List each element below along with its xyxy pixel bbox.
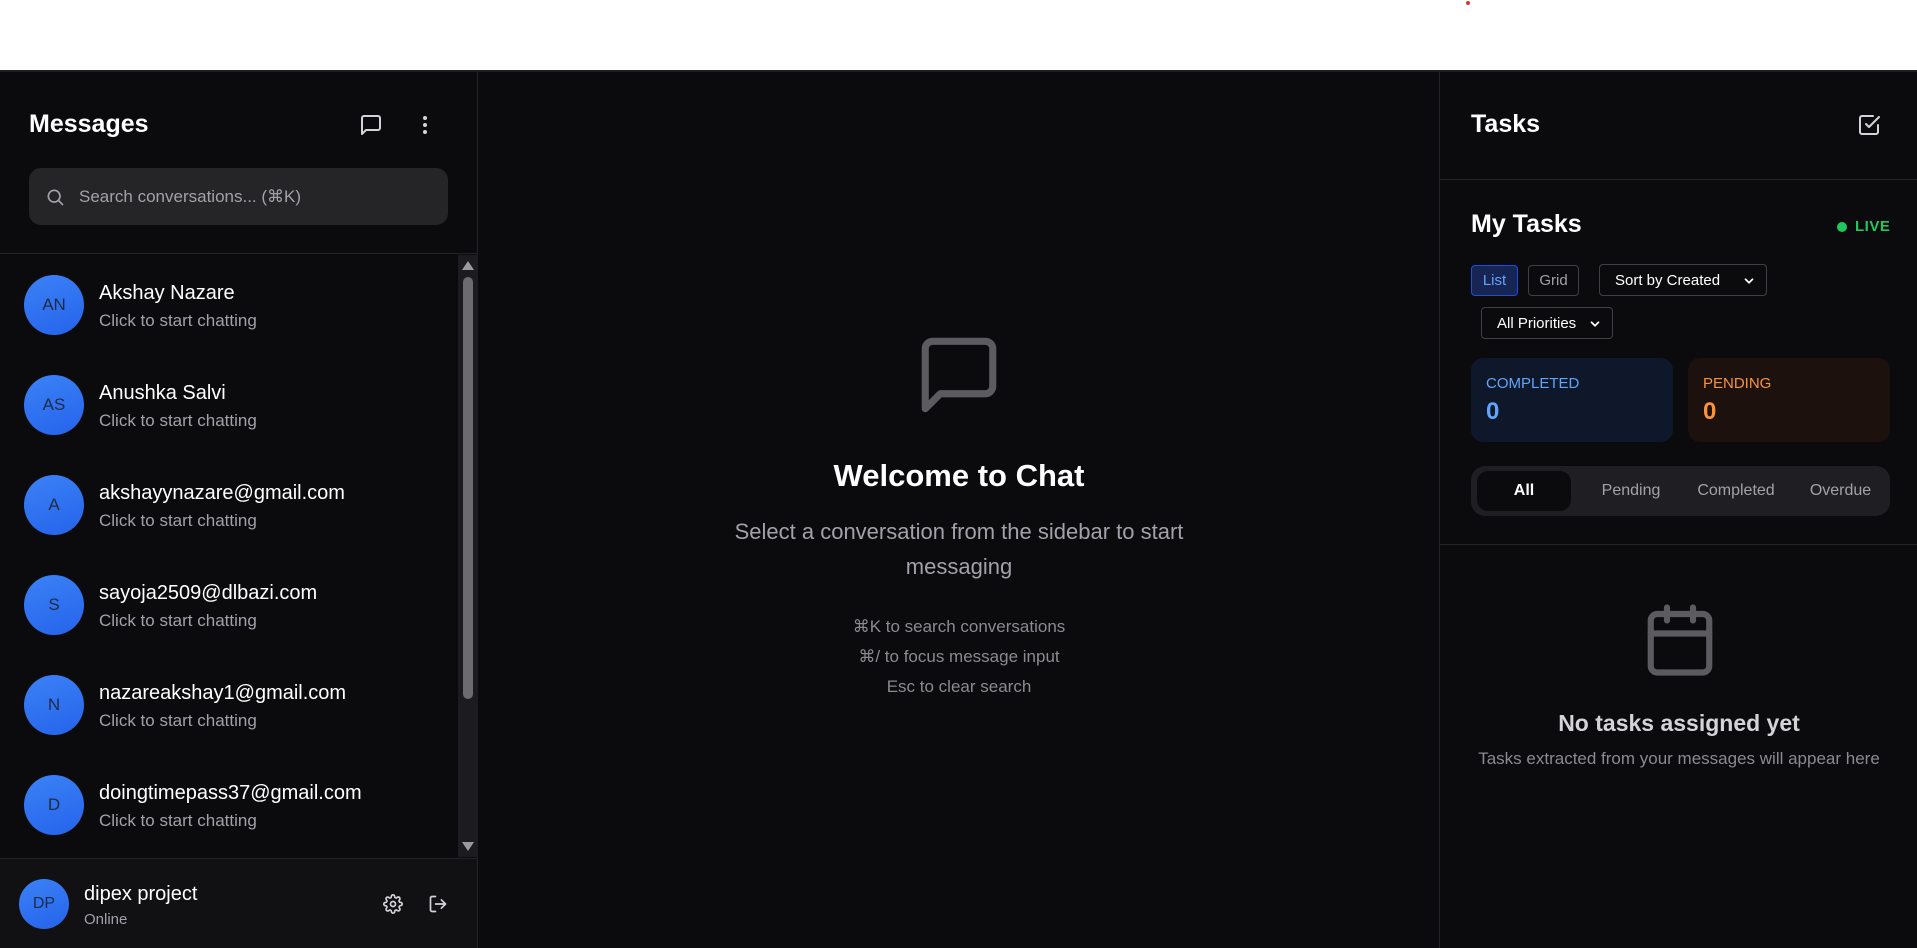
keyboard-hints: ⌘K to search conversations ⌘/ to focus m… [479, 612, 1439, 702]
live-dot-icon [1837, 221, 1847, 232]
conversation-item[interactable]: D doingtimepass37@gmail.com Click to sta… [0, 755, 458, 855]
priority-select-value: All Priorities [1497, 314, 1577, 332]
conversation-item[interactable]: N nazareakshay1@gmail.com Click to start… [0, 655, 458, 755]
hint-search: ⌘K to search conversations [852, 617, 1066, 636]
list-view-button[interactable]: List [1471, 265, 1518, 296]
task-filter-tabs: All Pending Completed Overdue [1471, 466, 1890, 516]
conversation-subtitle: Click to start chatting [99, 611, 257, 630]
new-chat-button[interactable] [354, 108, 388, 142]
user-name: dipex project [84, 883, 198, 905]
chat-main-area: Welcome to Chat Select a conversation fr… [479, 72, 1439, 948]
scrollbar-thumb[interactable] [463, 277, 473, 699]
indicator-dot [1466, 1, 1470, 5]
conversation-name: sayoja2509@dlbazi.com [99, 582, 318, 604]
conversation-name: doingtimepass37@gmail.com [99, 782, 362, 804]
chevron-down-icon [1590, 321, 1600, 327]
completed-stat-value: 0 [1486, 398, 1500, 425]
completed-stat-label: COMPLETED [1486, 375, 1580, 392]
tab-completed[interactable]: Completed [1681, 471, 1791, 511]
logout-icon [429, 895, 447, 913]
avatar: AS [24, 375, 84, 435]
welcome-title: Welcome to Chat [833, 458, 1085, 493]
priority-select[interactable]: All Priorities [1481, 307, 1613, 339]
avatar: S [24, 575, 84, 635]
search-icon [47, 189, 64, 206]
conversation-subtitle: Click to start chatting [99, 511, 257, 530]
gear-icon [383, 894, 403, 914]
user-avatar[interactable]: DP [19, 879, 69, 929]
conversation-subtitle: Click to start chatting [99, 711, 257, 730]
conversation-subtitle: Click to start chatting [99, 311, 257, 330]
chevron-down-icon [1744, 278, 1754, 284]
conversation-scrollbar[interactable] [458, 255, 478, 857]
empty-state-subtitle: Tasks extracted from your messages will … [1478, 749, 1880, 768]
conversation-name: nazareakshay1@gmail.com [99, 682, 347, 704]
conversation-name: Anushka Salvi [99, 382, 226, 404]
avatar: D [24, 775, 84, 835]
divider [1440, 544, 1917, 545]
grid-view-button[interactable]: Grid [1528, 265, 1579, 296]
settings-button[interactable] [376, 887, 410, 921]
search-box [29, 168, 448, 225]
scroll-down-arrow-icon[interactable] [462, 842, 474, 851]
more-options-button[interactable] [408, 108, 442, 142]
scroll-up-arrow-icon[interactable] [462, 261, 474, 270]
calendar-icon [1647, 604, 1713, 676]
conversation-item[interactable]: AS Anushka Salvi Click to start chatting [0, 355, 458, 455]
conversation-item[interactable]: A akshayynazare@gmail.com Click to start… [0, 455, 458, 555]
avatar: AN [24, 275, 84, 335]
tasks-toggle-button[interactable] [1852, 108, 1886, 142]
sidebar-title: Messages [29, 110, 149, 138]
tab-overdue[interactable]: Overdue [1791, 471, 1890, 511]
pending-stat-value: 0 [1703, 398, 1717, 425]
conversation-name: akshayynazare@gmail.com [99, 482, 345, 504]
pending-stat-card: PENDING 0 [1688, 358, 1890, 442]
conversation-subtitle: Click to start chatting [99, 811, 257, 830]
tab-pending[interactable]: Pending [1581, 471, 1681, 511]
logout-button[interactable] [421, 887, 455, 921]
avatar: N [24, 675, 84, 735]
live-indicator: LIVE [1837, 218, 1890, 235]
tasks-title: Tasks [1471, 110, 1541, 138]
conversation-subtitle: Click to start chatting [99, 411, 257, 430]
sidebar-header: Messages [0, 72, 477, 254]
tasks-header: Tasks [1440, 72, 1917, 180]
conversation-item[interactable]: S sayoja2509@dlbazi.com Click to start c… [0, 555, 458, 655]
chat-app: Messages AN Akshay Nazare Click to start… [0, 72, 1917, 948]
message-square-icon [921, 337, 997, 413]
tasks-panel: Tasks My Tasks LIVE List Grid Sort by Cr… [1439, 72, 1917, 948]
more-vertical-icon [423, 116, 427, 134]
conversation-list: AN Akshay Nazare Click to start chatting… [0, 255, 458, 857]
browser-top-area [0, 0, 1917, 72]
user-status: Online [84, 911, 128, 928]
tab-all[interactable]: All [1477, 471, 1571, 511]
sort-select-value: Sort by Created [1615, 271, 1721, 289]
user-profile-bar: DP dipex project Online [0, 858, 477, 948]
check-square-icon [1859, 115, 1880, 135]
live-label: LIVE [1855, 218, 1891, 235]
hint-clear-search: Esc to clear search [886, 677, 1032, 696]
sort-select[interactable]: Sort by Created [1599, 264, 1767, 296]
welcome-subtitle: Select a conversation from the sidebar t… [734, 519, 1184, 579]
search-input[interactable] [79, 168, 439, 225]
hint-focus-input: ⌘/ to focus message input [858, 647, 1060, 666]
empty-state-title: No tasks assigned yet [1558, 710, 1800, 736]
my-tasks-title: My Tasks [1471, 210, 1582, 238]
conversation-item[interactable]: AN Akshay Nazare Click to start chatting [0, 255, 458, 355]
completed-stat-card: COMPLETED 0 [1471, 358, 1673, 442]
messages-sidebar: Messages AN Akshay Nazare Click to start… [0, 72, 478, 948]
pending-stat-label: PENDING [1703, 375, 1772, 392]
conversation-name: Akshay Nazare [99, 282, 235, 304]
avatar: A [24, 475, 84, 535]
message-square-icon [361, 115, 381, 135]
